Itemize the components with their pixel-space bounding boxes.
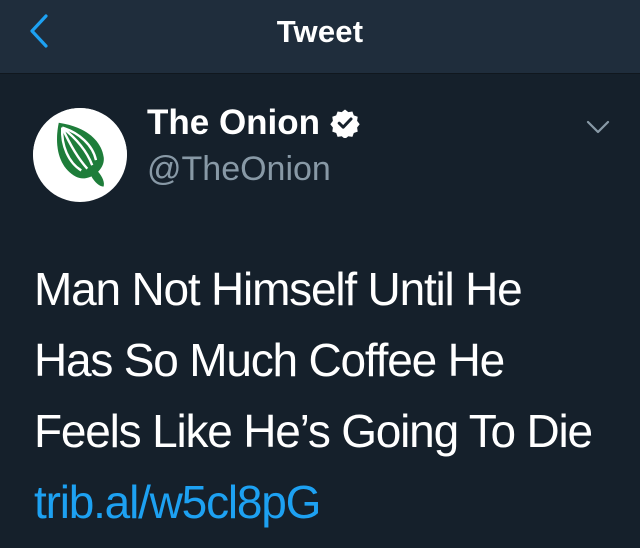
- author-name-row[interactable]: The Onion: [147, 103, 362, 143]
- verified-badge-icon: [330, 107, 362, 139]
- tweet-menu-button[interactable]: [582, 116, 614, 142]
- tweet-body: Man Not Himself Until He Has So Much Cof…: [34, 254, 594, 538]
- page-title: Tweet: [276, 14, 364, 49]
- chevron-down-icon: [585, 119, 611, 140]
- tweet-link[interactable]: trib.al/w5cl8pG: [34, 476, 321, 528]
- top-navigation-bar: Tweet: [0, 0, 640, 74]
- author-display-name: The Onion: [147, 103, 321, 142]
- avatar[interactable]: [33, 108, 127, 202]
- onion-logo-icon: [33, 108, 127, 202]
- tweet-text: Man Not Himself Until He Has So Much Cof…: [34, 263, 593, 457]
- tweet-detail: The Onion @TheOnion Man Not Himself Unti…: [0, 74, 640, 548]
- author-handle[interactable]: @TheOnion: [147, 150, 331, 189]
